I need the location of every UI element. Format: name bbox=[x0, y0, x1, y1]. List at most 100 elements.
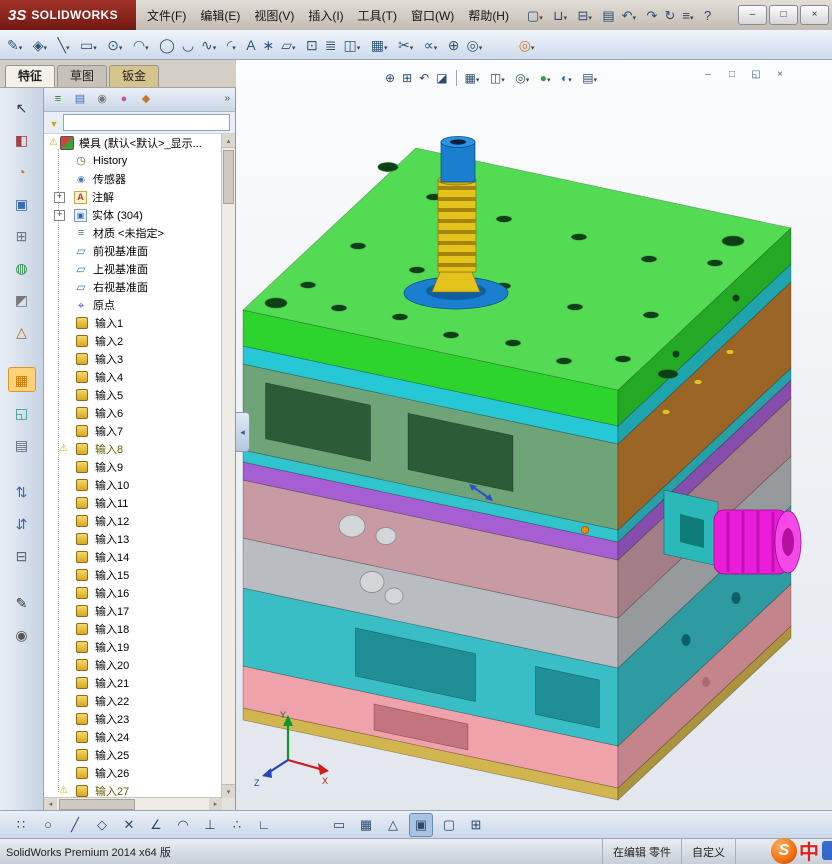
snap-intersection-button[interactable]: ✕ bbox=[118, 814, 140, 836]
scroll-up-button[interactable] bbox=[222, 134, 235, 148]
left-tool-12[interactable]: ⇅ bbox=[9, 480, 35, 503]
rectangle-button[interactable]: ▭ bbox=[77, 33, 103, 57]
left-tool-15[interactable]: ✎ bbox=[9, 591, 35, 614]
view-toggle-2[interactable]: ▦ bbox=[355, 814, 377, 836]
tree-item[interactable]: ⚠ 输入9 bbox=[44, 458, 222, 476]
tree-item[interactable]: ⚠ 输入10 bbox=[44, 476, 222, 494]
snap-grid-button[interactable]: ∟ bbox=[253, 814, 275, 836]
tree-item[interactable]: ⚠ 传感器 bbox=[44, 170, 222, 188]
tree-item[interactable]: ⚠ 原点 bbox=[44, 296, 222, 314]
mold-3d-model[interactable]: Y X Z bbox=[236, 60, 832, 810]
filter-input[interactable] bbox=[63, 114, 230, 131]
tree-item[interactable]: ⚠ 输入12 bbox=[44, 512, 222, 530]
dimxpertmanager-tab[interactable]: ◆ bbox=[137, 91, 155, 109]
line-button[interactable]: ╲ bbox=[55, 33, 76, 57]
menu-item[interactable]: 文件(F) bbox=[140, 3, 193, 28]
tree-item[interactable]: ⚠ 输入4 bbox=[44, 368, 222, 386]
tree-item[interactable]: ⚠ 材质 <未指定> bbox=[44, 224, 222, 242]
print-button[interactable]: ▤ bbox=[599, 4, 617, 26]
options-button[interactable]: ≡ bbox=[679, 4, 700, 26]
arc-button[interactable]: ◠ bbox=[130, 33, 155, 57]
scrollbar-thumb[interactable] bbox=[223, 150, 234, 204]
menu-item[interactable]: 窗口(W) bbox=[404, 3, 461, 28]
snap-line-button[interactable]: ╱ bbox=[64, 814, 86, 836]
undo-button[interactable]: ↶ bbox=[619, 4, 643, 26]
tree-item[interactable]: ⚠ 输入6 bbox=[44, 404, 222, 422]
tree-item[interactable]: ⚠ 输入2 bbox=[44, 332, 222, 350]
snap-angle-button[interactable]: ∠ bbox=[145, 814, 167, 836]
left-tool-10[interactable]: ◱ bbox=[9, 401, 35, 424]
tree-item[interactable]: ⚠ 前视基准面 bbox=[44, 242, 222, 260]
tree-horizontal-scrollbar[interactable] bbox=[44, 797, 222, 810]
display-relations-button[interactable]: ∝ bbox=[421, 33, 444, 57]
doc-minimize-button[interactable]: – bbox=[700, 68, 716, 82]
left-tool-7[interactable]: ◩ bbox=[9, 288, 35, 311]
tree-item[interactable]: ⚠ 上视基准面 bbox=[44, 260, 222, 278]
plane-button[interactable]: ▱ bbox=[278, 33, 302, 57]
tree-item[interactable]: ⚠ History bbox=[44, 152, 222, 170]
snap-center-button[interactable]: ○ bbox=[37, 814, 59, 836]
select-tool[interactable]: ↖ bbox=[9, 96, 35, 119]
display-style-button[interactable]: ◫ bbox=[487, 68, 511, 88]
ellipse-button[interactable]: ◯ bbox=[156, 33, 178, 57]
sketch-button[interactable]: ✎ bbox=[4, 33, 29, 57]
tree-item[interactable]: ⚠ 输入21 bbox=[44, 674, 222, 692]
tree-item[interactable]: ⚠ 输入7 bbox=[44, 422, 222, 440]
tree-item[interactable]: ⚠ 输入15 bbox=[44, 566, 222, 584]
trim-entities-button[interactable]: ✂ bbox=[395, 33, 420, 57]
scroll-right-button[interactable] bbox=[209, 798, 222, 810]
previous-view-button[interactable]: ↶ bbox=[416, 68, 432, 88]
new-button[interactable]: ▢ bbox=[524, 4, 549, 26]
mirror-entities-button[interactable]: ◫ bbox=[341, 33, 367, 57]
displaymanager-tab[interactable]: ● bbox=[115, 91, 133, 109]
left-tool-4[interactable]: ▣ bbox=[9, 192, 35, 215]
tree-item[interactable]: ⚠ 输入17 bbox=[44, 602, 222, 620]
minimize-button[interactable]: – bbox=[738, 5, 767, 25]
tree-item[interactable]: ⚠ 输入27 bbox=[44, 782, 222, 798]
left-tool-2[interactable]: ◧ bbox=[9, 128, 35, 151]
tree-item[interactable]: ⚠ 输入19 bbox=[44, 638, 222, 656]
customize-menu[interactable]: 自定义 bbox=[681, 839, 735, 864]
tree-item[interactable]: ⚠ 输入3 bbox=[44, 350, 222, 368]
apply-scene-button[interactable]: ◐ bbox=[558, 68, 578, 88]
repair-sketch-button[interactable]: ⊕ bbox=[445, 33, 463, 57]
view-toggle-5[interactable]: ▢ bbox=[438, 814, 460, 836]
doc-close-button[interactable]: × bbox=[772, 68, 788, 82]
tree-item[interactable]: ⚠ 输入22 bbox=[44, 692, 222, 710]
view-orientation-button[interactable]: ▦ bbox=[462, 68, 486, 88]
tree-item[interactable]: ⚠ 输入5 bbox=[44, 386, 222, 404]
snap-points-button[interactable]: ∷ bbox=[10, 814, 32, 836]
tab-sketch[interactable]: 草图 bbox=[57, 65, 108, 87]
left-tool-8[interactable]: △ bbox=[9, 320, 35, 343]
point-button[interactable]: ∗ bbox=[260, 33, 278, 57]
featuremanager-tab[interactable]: ≡ bbox=[49, 91, 67, 109]
hide-show-items-button[interactable]: ◎ bbox=[512, 68, 535, 88]
tree-item[interactable]: ⚠ 输入14 bbox=[44, 548, 222, 566]
feature-tree-root[interactable]: ⚠ 模具 (默认<默认>_显示... bbox=[44, 134, 222, 152]
view-toggle-1[interactable]: ▭ bbox=[328, 814, 350, 836]
snap-tangent-button[interactable]: ∴ bbox=[226, 814, 248, 836]
spline-button[interactable]: ∿ bbox=[198, 33, 223, 57]
tree-item[interactable]: ⚠ 实体 (304) bbox=[44, 206, 222, 224]
propertymanager-tab[interactable]: ▤ bbox=[71, 91, 89, 109]
left-tool-13[interactable]: ⇵ bbox=[9, 512, 35, 535]
view-settings-button[interactable]: ▤ bbox=[579, 68, 603, 88]
zoom-area-button[interactable]: ⊞ bbox=[399, 68, 415, 88]
left-tool-3[interactable]: ◔ bbox=[9, 160, 35, 183]
fillet-button[interactable]: ◜ bbox=[224, 33, 242, 57]
view-toggle-4[interactable]: ▣ bbox=[409, 812, 433, 837]
help-button[interactable]: ? bbox=[701, 4, 714, 26]
tab-sheetmetal[interactable]: 钣金 bbox=[109, 65, 160, 87]
tree-item[interactable]: ⚠ 输入24 bbox=[44, 728, 222, 746]
open-button[interactable]: ⊔ bbox=[550, 4, 573, 26]
tree-item[interactable]: ⚠ 输入8 bbox=[44, 440, 222, 458]
section-view-button[interactable]: ◪ bbox=[433, 68, 450, 88]
graphics-viewport[interactable]: Y X Z ⊕ ⊞ ↶ ◪ ▦ ▾ ◫ ▾ ◎ ▾ ● ▾ ◐ ▾ ▤ ▾ – … bbox=[236, 60, 832, 810]
tab-features[interactable]: 特征 bbox=[5, 65, 56, 87]
close-button[interactable]: × bbox=[800, 5, 829, 25]
left-tool-11[interactable]: ▤ bbox=[9, 433, 35, 456]
left-tool-9[interactable]: ▦ bbox=[7, 367, 36, 392]
snap-quadrant-button[interactable]: ◇ bbox=[91, 814, 113, 836]
left-tool-5[interactable]: ⊞ bbox=[9, 224, 35, 247]
tree-item[interactable]: ⚠ 注解 bbox=[44, 188, 222, 206]
